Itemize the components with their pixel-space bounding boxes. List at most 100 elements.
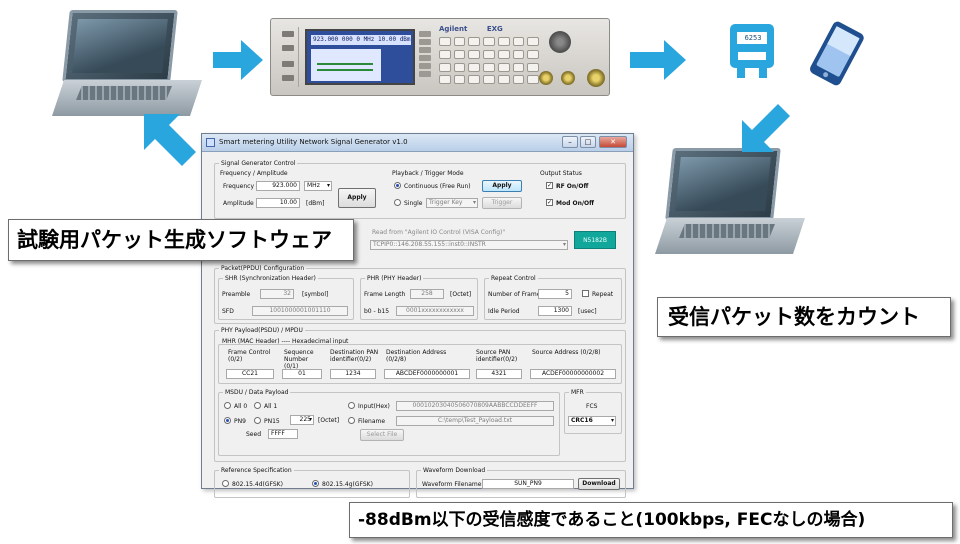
- sfd-input[interactable]: 1001000001001110: [252, 306, 348, 316]
- caption-sensitivity: -88dBm以下の受信感度であること(100kbps, FECなしの場合): [349, 502, 953, 538]
- caption-count: 受信パケット数をカウント: [657, 297, 951, 337]
- spec-4g-radio[interactable]: [312, 480, 319, 487]
- payload-octets-input[interactable]: 225: [290, 415, 314, 425]
- filename-label: Filename: [358, 418, 386, 425]
- group-title: PHY Payload(PSDU) / MPDU: [219, 327, 305, 334]
- output-status-title: Output Status: [540, 170, 582, 177]
- instrument-brand: Agilent EXG: [439, 25, 503, 33]
- mod-onoff-checkbox[interactable]: ✓: [546, 199, 553, 206]
- frame-control-input[interactable]: CC21: [226, 369, 274, 379]
- rf-connector-icon: [561, 71, 575, 85]
- amplitude-unit: [dBm]: [306, 200, 325, 207]
- trigger-button[interactable]: Trigger: [482, 197, 522, 209]
- amplitude-input[interactable]: 10.00: [256, 198, 300, 208]
- app-icon: [206, 138, 215, 147]
- input-hex-label: Input(Hex): [358, 403, 390, 410]
- spec-4d-radio[interactable]: [222, 480, 229, 487]
- maximize-button[interactable]: □: [580, 136, 596, 148]
- instrument-knob-icon: [549, 31, 571, 53]
- repeat-checkbox[interactable]: [582, 290, 589, 297]
- visa-address-select[interactable]: TCPIP0::146.208.55.155::inst0::INSTR: [370, 240, 568, 250]
- amplitude-label: Amplitude: [223, 200, 254, 207]
- number-of-frame-input[interactable]: 5: [538, 289, 572, 299]
- smart-meter-icon: 6253: [724, 20, 780, 84]
- rf-onoff-label: RF On/Off: [556, 183, 589, 190]
- window-body: Signal Generator Control Frequency / Amp…: [202, 152, 633, 498]
- frequency-label: Frequency: [223, 183, 254, 190]
- instrument-side-panel: [277, 27, 299, 87]
- playback-apply-button[interactable]: Apply: [482, 180, 522, 192]
- input-hex-radio[interactable]: [348, 402, 355, 409]
- dest-pan-input[interactable]: 1234: [330, 369, 376, 379]
- frequency-input[interactable]: 923.000: [256, 181, 300, 191]
- idle-period-input[interactable]: 1300: [538, 306, 572, 316]
- trigger-key-select[interactable]: Trigger Key: [426, 198, 478, 208]
- all0-radio[interactable]: [224, 402, 231, 409]
- all1-radio[interactable]: [254, 402, 261, 409]
- fcs-select[interactable]: CRC16: [568, 416, 616, 426]
- signal-generator-instrument: 923.000 000 0 MHz 10.00 dBm Agilent EXG: [270, 18, 610, 96]
- frame-length-unit: [Octet]: [450, 291, 472, 298]
- b0-b15-label: b0 - b15: [364, 308, 390, 315]
- spec-4g-label: 802.15.4g(GFSK): [322, 481, 373, 488]
- frequency-unit-select[interactable]: MHz: [304, 181, 332, 191]
- b0-b15-input[interactable]: 0001xxxxxxxxxxxx: [396, 306, 474, 316]
- instrument-graph: [311, 49, 381, 81]
- seed-input[interactable]: FFFF: [268, 429, 298, 439]
- dest-address-input[interactable]: ABCDEF0000000001: [384, 369, 470, 379]
- single-radio[interactable]: [394, 199, 401, 206]
- frame-length-input[interactable]: 258: [410, 289, 444, 299]
- rf-onoff-checkbox[interactable]: ✓: [546, 182, 553, 189]
- instrument-display: 923.000 000 0 MHz 10.00 dBm: [305, 29, 415, 85]
- close-button[interactable]: ✕: [599, 136, 627, 148]
- frame-length-label: Frame Length: [364, 291, 406, 298]
- sequence-number-input[interactable]: 01: [282, 369, 322, 379]
- laptop-keyboard: [679, 224, 775, 238]
- sequence-number-label: Sequence Number (0/1): [284, 349, 314, 370]
- instrument-softkeys: [419, 31, 431, 85]
- src-address-input[interactable]: ACDEF00000000002: [530, 369, 616, 379]
- repeat-label: Repeat: [592, 291, 614, 298]
- group-title: MFR: [569, 389, 586, 396]
- continuous-radio[interactable]: [394, 182, 401, 189]
- window-title-bar: Smart metering Utility Network Signal Ge…: [202, 134, 633, 152]
- playback-title: Playback / Trigger Mode: [392, 170, 464, 177]
- caption-software: 試験用パケット生成ソフトウェア: [8, 219, 354, 261]
- select-file-button[interactable]: Select File: [360, 429, 404, 441]
- window-title: Smart metering Utility Network Signal Ge…: [219, 138, 408, 146]
- src-pan-input[interactable]: 4321: [476, 369, 522, 379]
- filename-field[interactable]: C:\temp\Test_Payload.txt: [396, 416, 554, 426]
- payload-octets-unit: [Octet]: [318, 417, 340, 424]
- group-title: PHR (PHY Header): [365, 275, 424, 282]
- rf-connector-icon: [587, 69, 605, 87]
- waveform-filename-input[interactable]: SUN_PN9: [482, 479, 574, 489]
- filename-radio[interactable]: [348, 417, 355, 424]
- src-address-label: Source Address (0/2/8): [532, 349, 601, 356]
- arrow-right-icon: [213, 40, 263, 80]
- mod-onoff-label: Mod On/Off: [556, 200, 595, 207]
- sfd-label: SFD: [222, 308, 234, 315]
- fcs-label: FCS: [586, 403, 598, 410]
- dest-address-label: Destination Address (0/2/8): [386, 349, 447, 363]
- pn9-label: PN9: [234, 418, 246, 425]
- download-button[interactable]: Download: [578, 478, 620, 490]
- pn9-radio[interactable]: [224, 417, 231, 424]
- frequency-apply-button[interactable]: Apply: [338, 188, 376, 208]
- pn15-label: PN15: [264, 418, 280, 425]
- instrument-readout: 923.000 000 0 MHz 10.00 dBm: [311, 35, 411, 45]
- laptop-keyboard: [76, 86, 172, 100]
- arrow-down-left-icon: [738, 100, 794, 156]
- input-hex-field[interactable]: 00010203040506070809AABBCCDDEEFF: [396, 401, 554, 411]
- group-title: MSDU / Data Payload: [223, 389, 291, 396]
- idle-period-label: Idle Period: [488, 308, 520, 315]
- laptop-pc-right: [655, 148, 805, 254]
- idle-period-unit: [usec]: [578, 308, 597, 315]
- model-badge: N5182B: [574, 231, 616, 249]
- pn15-radio[interactable]: [254, 417, 261, 424]
- minimize-button[interactable]: –: [562, 136, 578, 148]
- single-label: Single: [404, 200, 423, 207]
- meter-readout: 6253: [744, 34, 762, 42]
- app-window: Smart metering Utility Network Signal Ge…: [201, 133, 634, 498]
- preamble-input[interactable]: 32: [260, 289, 294, 299]
- preamble-label: Preamble: [222, 291, 251, 298]
